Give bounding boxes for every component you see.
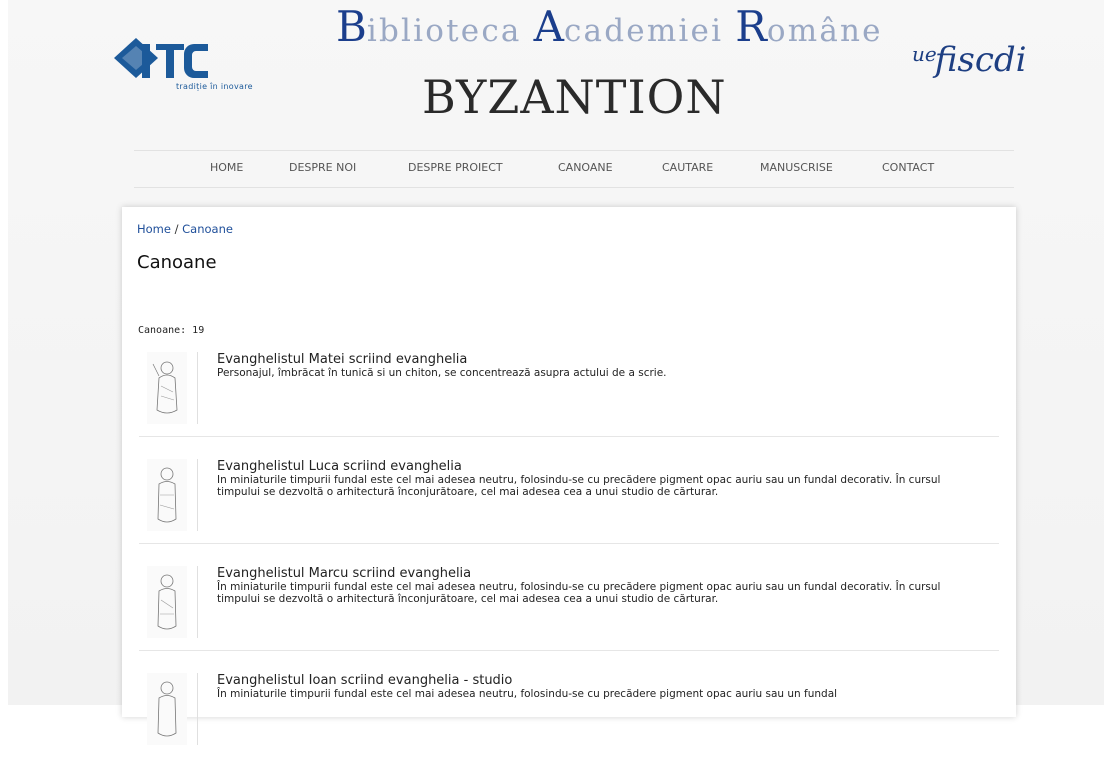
item-title-link[interactable]: Evanghelistul Ioan scriind evanghelia - … (217, 673, 512, 688)
item-thumbnail[interactable] (147, 673, 198, 745)
evangelist-sketch-icon (147, 352, 187, 424)
nav-despre-proiect[interactable]: DESPRE PROIECT (408, 161, 503, 174)
uefiscdi-logo-main: fiscdi (934, 40, 1027, 80)
main-nav: HOME DESPRE NOI DESPRE PROIECT CANOANE C… (134, 150, 1014, 188)
nav-home[interactable]: HOME (210, 161, 243, 174)
item-thumbnail[interactable] (147, 459, 198, 531)
evangelist-sketch-icon (147, 566, 187, 638)
item-thumbnail[interactable] (147, 352, 198, 424)
list-item: Evanghelistul Luca scriind evanghelia In… (139, 459, 999, 544)
site-title: BYZANTION (422, 70, 727, 124)
library-title-word: cademiei (563, 13, 736, 49)
library-title: Biblioteca Academiei Române (336, 2, 881, 51)
library-title-initial: R (735, 2, 767, 51)
breadcrumb-separator: / (170, 222, 183, 236)
item-thumbnail[interactable] (147, 566, 198, 638)
page-title: Canoane (137, 252, 217, 273)
uefiscdi-logo[interactable]: uefiscdi (912, 40, 1027, 80)
nav-manuscrise[interactable]: MANUSCRISE (760, 161, 833, 174)
list-item: Evanghelistul Matei scriind evanghelia P… (139, 352, 999, 437)
item-title-link[interactable]: Evanghelistul Matei scriind evanghelia (217, 352, 467, 367)
evangelist-sketch-icon (147, 673, 187, 745)
list-item: Evanghelistul Ioan scriind evanghelia - … (139, 673, 999, 757)
items-count: Canoane: 19 (138, 325, 205, 336)
breadcrumb-home-link[interactable]: Home (137, 222, 171, 236)
nav-cautare[interactable]: CAUTARE (662, 161, 713, 174)
itc-tagline: tradiție în inovare (176, 82, 253, 91)
library-title-initial: A (533, 2, 564, 51)
item-title-link[interactable]: Evanghelistul Luca scriind evanghelia (217, 459, 462, 474)
nav-contact[interactable]: CONTACT (882, 161, 934, 174)
list-item: Evanghelistul Marcu scriind evanghelia Î… (139, 566, 999, 651)
library-title-initial: B (336, 2, 367, 51)
library-title-word: omâne (766, 13, 883, 49)
evangelist-sketch-icon (147, 459, 187, 531)
nav-canoane[interactable]: CANOANE (558, 161, 613, 174)
item-description: Personajul, îmbrăcat în tunică si un chi… (217, 367, 667, 379)
breadcrumb-current[interactable]: Canoane (182, 222, 233, 236)
uefiscdi-logo-prefix: ue (912, 42, 937, 66)
item-description: In miniaturile timpurii fundal este cel … (217, 474, 941, 498)
library-title-word: iblioteca (366, 13, 534, 49)
item-title-link[interactable]: Evanghelistul Marcu scriind evanghelia (217, 566, 471, 581)
nav-despre-noi[interactable]: DESPRE NOI (289, 161, 356, 174)
content-panel: Home / Canoane Canoane Canoane: 19 Evang… (122, 207, 1016, 745)
item-description: În miniaturile timpurii fundal este cel … (217, 581, 941, 605)
breadcrumb: Home / Canoane (137, 222, 233, 236)
item-description: În miniaturile timpurii fundal este cel … (217, 688, 838, 700)
